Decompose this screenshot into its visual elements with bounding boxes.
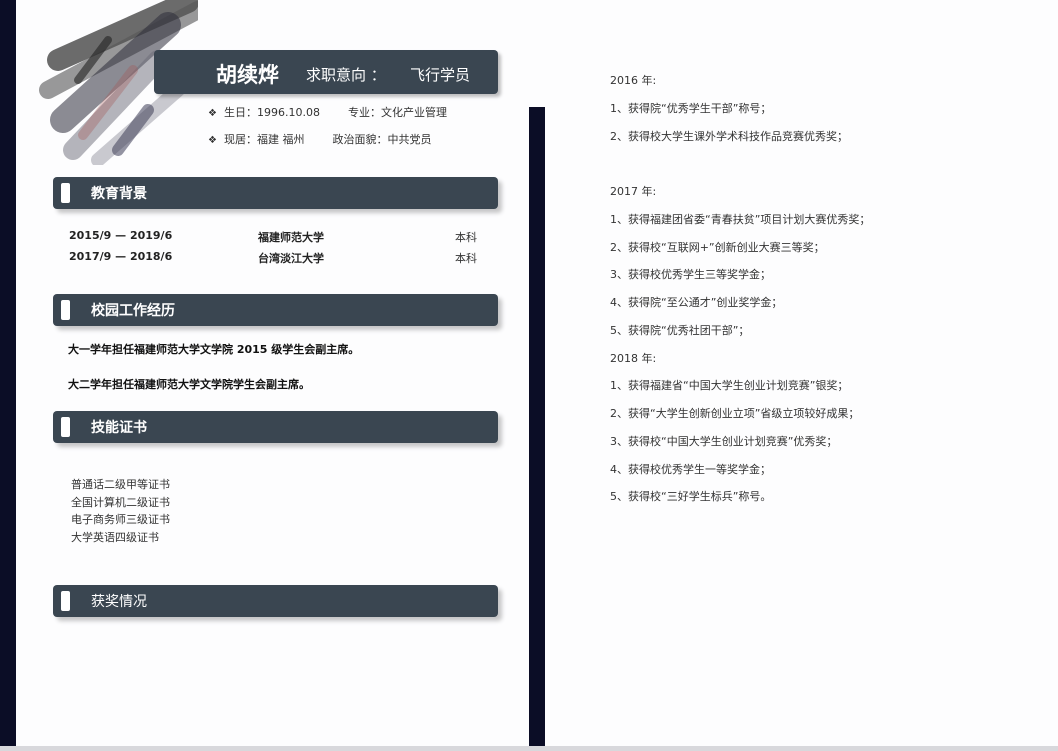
diamond-bullet-icon: ❖ bbox=[208, 135, 217, 146]
award-item: 2、获得校大学生课外学术科技作品竞赛优秀奖； bbox=[610, 130, 848, 143]
bottom-scroll-strip bbox=[0, 746, 1058, 751]
section-marker bbox=[61, 183, 70, 203]
section-campus-title: 校园工作经历 bbox=[91, 303, 175, 319]
certificate-item: 普通话二级甲等证书 bbox=[71, 478, 170, 491]
education-degree-2: 本科 bbox=[455, 252, 477, 265]
residence-info: 现居：福建 福州 bbox=[224, 133, 305, 146]
objective-label: 求职意向 ： bbox=[306, 66, 386, 84]
award-item: 4、获得校优秀学生一等奖学金； bbox=[610, 463, 771, 476]
section-skills-title: 技能证书 bbox=[91, 420, 147, 436]
objective-value: 飞行学员 bbox=[410, 66, 471, 84]
major-info: 专业：文化产业管理 bbox=[347, 106, 447, 119]
award-item: 2、获得校“互联网+”创新创业大赛三等奖； bbox=[610, 241, 825, 254]
section-education-title: 教育背景 bbox=[91, 186, 147, 202]
certificate-item: 电子商务师三级证书 bbox=[71, 513, 170, 526]
certificate-item: 全国计算机二级证书 bbox=[71, 496, 170, 509]
award-item: 2、获得“大学生创新创业立项”省级立项较好成果； bbox=[610, 407, 860, 420]
political-info: 政治面貌：中共党员 bbox=[332, 133, 432, 146]
section-awards-bar: 获奖情况 bbox=[53, 585, 498, 617]
info-row-2: ❖ 现居：福建 福州 政治面貌：中共党员 bbox=[208, 131, 432, 147]
award-item: 4、获得院“至公通才”创业奖学金； bbox=[610, 296, 783, 309]
section-marker bbox=[61, 300, 70, 320]
section-awards-title: 获奖情况 bbox=[91, 594, 147, 610]
resume-page-right: 2016 年: 1、获得院“优秀学生干部”称号； 2、获得校大学生课外学术科技作… bbox=[545, 0, 1058, 746]
education-period-1: 2015/9 — 2019/6 bbox=[69, 229, 173, 242]
section-marker bbox=[61, 417, 70, 437]
education-degree-1: 本科 bbox=[455, 231, 477, 244]
campus-item-2: 大二学年担任福建师范大学文学院学生会副主席。 bbox=[68, 378, 310, 391]
campus-item-1: 大一学年担任福建师范大学文学院 2015 级学生会副主席。 bbox=[68, 343, 360, 356]
awards-year-2017: 2017 年: bbox=[610, 185, 657, 198]
awards-year-2018: 2018 年: bbox=[610, 352, 657, 365]
award-item: 5、获得校“三好学生标兵”称号。 bbox=[610, 490, 772, 503]
info-row-1: ❖ 生日：1996.10.08 专业：文化产业管理 bbox=[208, 104, 447, 120]
education-school-1: 福建师范大学 bbox=[258, 231, 324, 244]
birth-info: 生日：1996.10.08 bbox=[224, 106, 320, 119]
award-item: 1、获得福建团省委“青春扶贫”项目计划大赛优秀奖； bbox=[610, 213, 871, 226]
name-header-bar: 胡续烨 求职意向 ： 飞行学员 bbox=[154, 50, 498, 94]
certificate-item: 大学英语四级证书 bbox=[71, 531, 159, 544]
education-school-2: 台湾淡江大学 bbox=[258, 252, 324, 265]
award-item: 1、获得福建省“中国大学生创业计划竞赛”银奖； bbox=[610, 379, 849, 392]
diamond-bullet-icon: ❖ bbox=[208, 108, 217, 119]
award-item: 3、获得校优秀学生三等奖学金； bbox=[610, 268, 771, 281]
award-item: 5、获得院“优秀社团干部”； bbox=[610, 324, 750, 337]
education-period-2: 2017/9 — 2018/6 bbox=[69, 250, 173, 263]
section-campus-bar: 校园工作经历 bbox=[53, 294, 498, 326]
section-skills-bar: 技能证书 bbox=[53, 411, 498, 443]
resume-page-left: 胡续烨 求职意向 ： 飞行学员 ❖ 生日：1996.10.08 专业：文化产业管理 … bbox=[16, 0, 529, 746]
section-education-bar: 教育背景 bbox=[53, 177, 498, 209]
candidate-name: 胡续烨 bbox=[216, 63, 279, 87]
awards-year-2016: 2016 年: bbox=[610, 74, 657, 87]
section-marker bbox=[61, 591, 70, 611]
award-item: 3、获得校“中国大学生创业计划竞赛”优秀奖； bbox=[610, 435, 838, 448]
award-item: 1、获得院“优秀学生干部”称号； bbox=[610, 102, 772, 115]
